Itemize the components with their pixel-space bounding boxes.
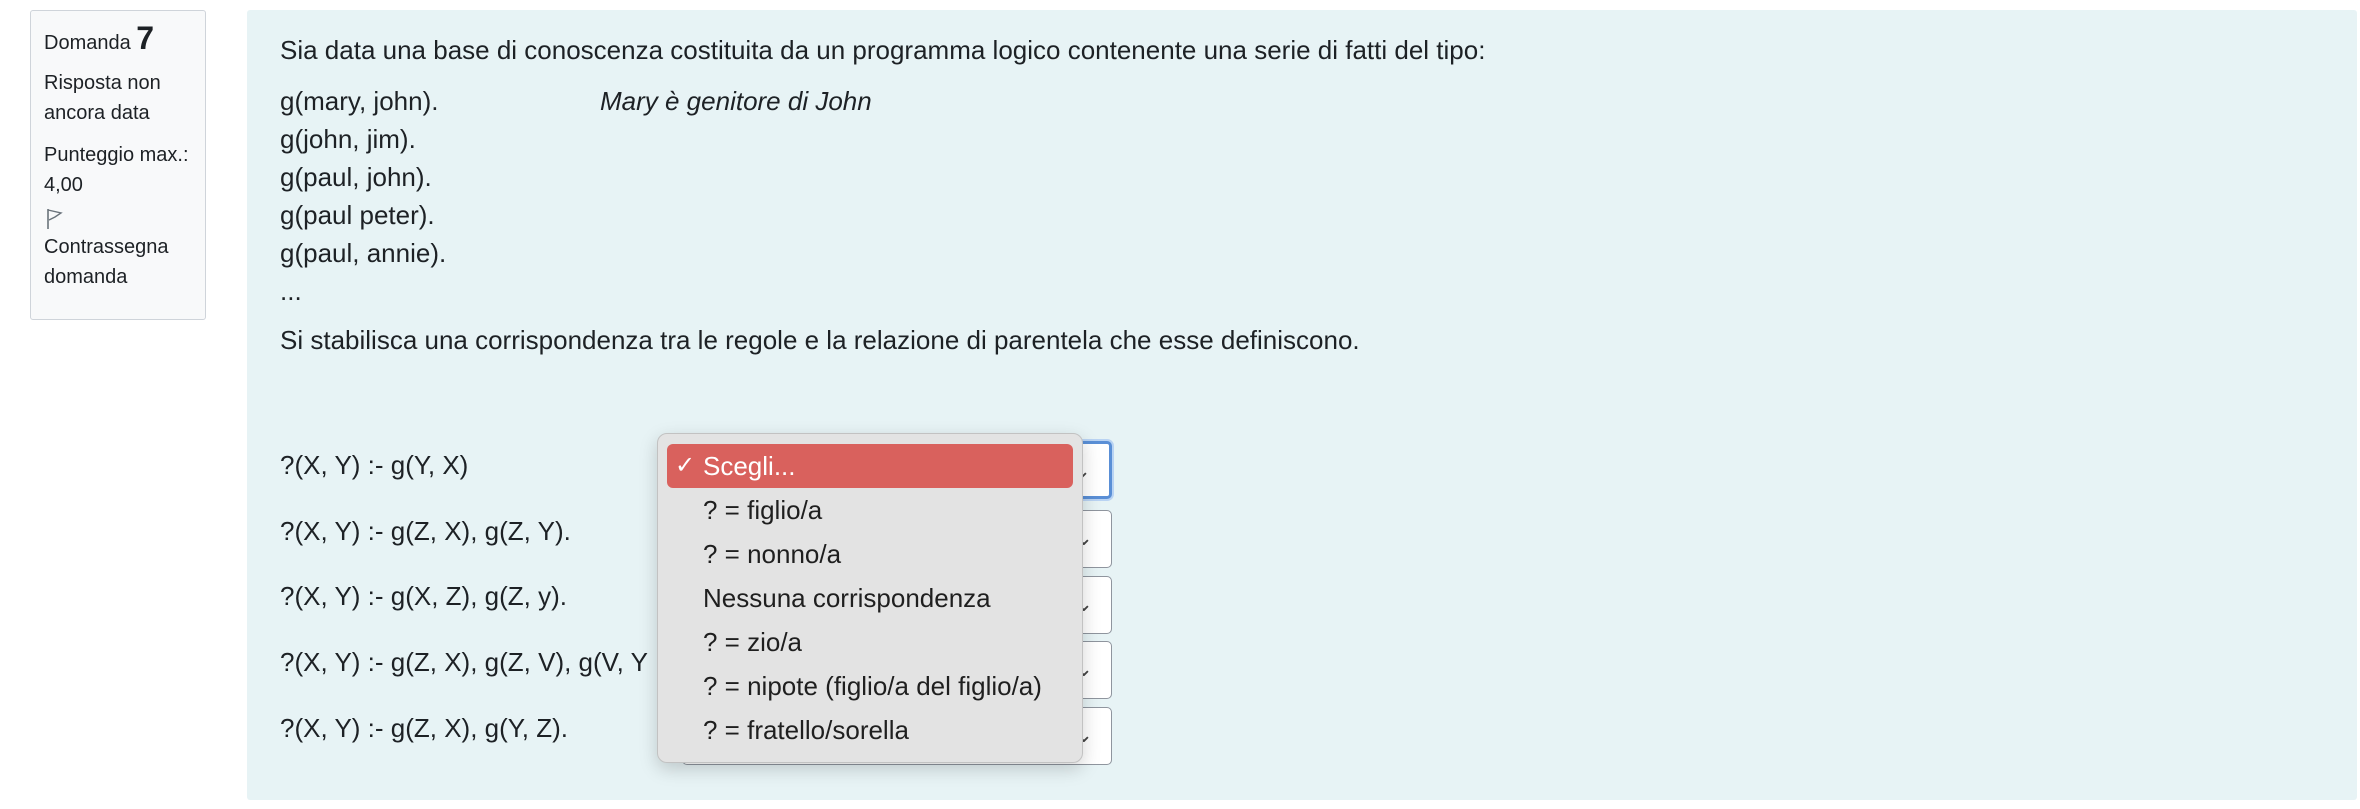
dropdown-option-nonno[interactable]: ? = nonno/a (667, 532, 1073, 576)
fact-code: g(mary, john). (280, 86, 439, 116)
fact-code: g(paul, annie). (280, 238, 447, 268)
fact-code: g(paul, john). (280, 162, 432, 192)
fact-code: ... (280, 276, 302, 306)
flag-question-link[interactable]: Contrassegna domanda (44, 208, 192, 292)
question-state: Risposta non ancora data (44, 72, 161, 124)
rule-label-3: ?(X, Y) :- g(X, Z), g(Z, y). (280, 581, 567, 611)
rule-label-2: ?(X, Y) :- g(Z, X), g(Z, Y). (280, 516, 571, 546)
flag-label: Contrassegna domanda (44, 236, 169, 288)
question-info-panel: Domanda 7 Risposta non ancora data Punte… (30, 10, 206, 320)
facts-list: g(mary, john). Mary è genitore di John g… (280, 82, 872, 310)
question-label: Domanda (44, 32, 131, 54)
flag-icon (47, 209, 63, 229)
dropdown-option-nessuna[interactable]: Nessuna corrispondenza (667, 576, 1073, 620)
select-dropdown-menu: ✓ Scegli... ? = figlio/a ? = nonno/a Nes… (657, 433, 1083, 763)
fact-code: g(paul peter). (280, 200, 435, 230)
rule-label-1: ?(X, Y) :- g(Y, X) (280, 450, 469, 480)
fact-code: g(john, jim). (280, 124, 416, 154)
fact-row: g(paul, john). (280, 158, 446, 196)
question-number: 7 (136, 20, 155, 56)
fact-row: g(paul peter). (280, 196, 446, 234)
fact-comment: Mary è genitore di John (600, 86, 872, 116)
dropdown-option-zio[interactable]: ? = zio/a (667, 620, 1073, 664)
fact-row: g(paul, annie). (280, 234, 446, 272)
question-content: Sia data una base di conoscenza costitui… (247, 10, 2357, 800)
checkmark-icon: ✓ (675, 452, 696, 479)
question-max-grade: Punteggio max.: 4,00 (44, 144, 189, 196)
rule-label-4: ?(X, Y) :- g(Z, X), g(Z, V), g(V, Y (280, 647, 648, 677)
fact-row: g(mary, john). Mary è genitore di John (280, 82, 872, 120)
rule-label-5: ?(X, Y) :- g(Z, X), g(Y, Z). (280, 713, 568, 743)
question-intro: Sia data una base di conoscenza costitui… (280, 35, 1486, 65)
fact-row: ... (280, 272, 446, 310)
dropdown-option-fratello[interactable]: ? = fratello/sorella (667, 708, 1073, 752)
dropdown-option-choose[interactable]: ✓ Scegli... (667, 444, 1073, 488)
question-instruction: Si stabilisca una corrispondenza tra le … (280, 325, 1360, 355)
option-label: Scegli... (703, 451, 796, 481)
question-number-label: Domanda 7 (44, 20, 192, 58)
dropdown-option-nipote[interactable]: ? = nipote (figlio/a del figlio/a) (667, 664, 1073, 708)
dropdown-option-figlio[interactable]: ? = figlio/a (667, 488, 1073, 532)
fact-row: g(john, jim). (280, 120, 446, 158)
